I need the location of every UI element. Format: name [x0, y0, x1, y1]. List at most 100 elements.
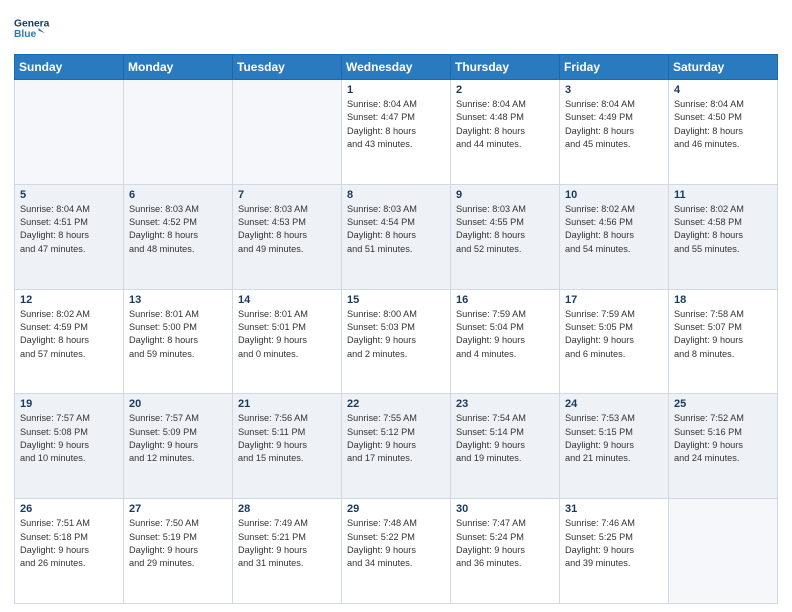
day-cell: 4 Sunrise: 8:04 AMSunset: 4:50 PMDaylight… — [669, 80, 778, 185]
day-info: Sunrise: 8:03 AMSunset: 4:55 PMDaylight:… — [456, 203, 554, 256]
day-cell: 22 Sunrise: 7:55 AMSunset: 5:12 PMDayligh… — [342, 394, 451, 499]
week-row-4: 19 Sunrise: 7:57 AMSunset: 5:08 PMDayligh… — [15, 394, 778, 499]
day-info: Sunrise: 7:57 AMSunset: 5:09 PMDaylight:… — [129, 412, 227, 465]
day-number: 23 — [456, 398, 554, 410]
day-info: Sunrise: 7:50 AMSunset: 5:19 PMDaylight:… — [129, 517, 227, 570]
day-cell: 12 Sunrise: 8:02 AMSunset: 4:59 PMDayligh… — [15, 289, 124, 394]
day-number: 9 — [456, 189, 554, 201]
day-cell: 23Sunrise: 7:54 AMSunset: 5:14 PMDayligh… — [451, 394, 560, 499]
day-number: 6 — [129, 189, 227, 201]
day-cell: 14Sunrise: 8:01 AMSunset: 5:01 PMDayligh… — [233, 289, 342, 394]
day-number: 19 — [20, 398, 118, 410]
day-info: Sunrise: 8:04 AMSunset: 4:51 PMDaylight:… — [20, 203, 118, 256]
day-info: Sunrise: 8:04 AMSunset: 4:49 PMDaylight:… — [565, 98, 663, 151]
day-info: Sunrise: 8:03 AMSunset: 4:53 PMDaylight:… — [238, 203, 336, 256]
day-info: Sunrise: 8:03 AMSunset: 4:54 PMDaylight:… — [347, 203, 445, 256]
day-info: Sunrise: 8:02 AMSunset: 4:58 PMDaylight:… — [674, 203, 772, 256]
day-cell: 15 Sunrise: 8:00 AMSunset: 5:03 PMDayligh… — [342, 289, 451, 394]
day-number: 17 — [565, 294, 663, 306]
day-number: 14 — [238, 294, 336, 306]
day-number: 4 — [674, 84, 772, 96]
day-number: 21 — [238, 398, 336, 410]
day-info: Sunrise: 8:04 AMSunset: 4:50 PMDaylight:… — [674, 98, 772, 151]
day-cell: 13 Sunrise: 8:01 AMSunset: 5:00 PMDayligh… — [124, 289, 233, 394]
day-info: Sunrise: 7:51 AMSunset: 5:18 PMDaylight:… — [20, 517, 118, 570]
day-cell: 11 Sunrise: 8:02 AMSunset: 4:58 PMDayligh… — [669, 184, 778, 289]
page-header: GeneralBlue — [14, 10, 778, 46]
day-info: Sunrise: 8:01 AMSunset: 5:00 PMDaylight:… — [129, 308, 227, 361]
svg-text:Blue: Blue — [14, 29, 37, 40]
weekday-header-row: SundayMondayTuesdayWednesdayThursdayFrid… — [15, 55, 778, 80]
day-cell: 26 Sunrise: 7:51 AMSunset: 5:18 PMDayligh… — [15, 499, 124, 604]
day-number: 24 — [565, 398, 663, 410]
day-cell: 20 Sunrise: 7:57 AMSunset: 5:09 PMDayligh… — [124, 394, 233, 499]
day-number: 2 — [456, 84, 554, 96]
day-number: 22 — [347, 398, 445, 410]
day-number: 13 — [129, 294, 227, 306]
day-cell: 2Sunrise: 8:04 AMSunset: 4:48 PMDaylight… — [451, 80, 560, 185]
day-number: 18 — [674, 294, 772, 306]
weekday-thursday: Thursday — [451, 55, 560, 80]
week-row-2: 5 Sunrise: 8:04 AMSunset: 4:51 PMDaylight… — [15, 184, 778, 289]
day-number: 29 — [347, 503, 445, 515]
day-info: Sunrise: 8:03 AMSunset: 4:52 PMDaylight:… — [129, 203, 227, 256]
day-info: Sunrise: 7:59 AMSunset: 5:05 PMDaylight:… — [565, 308, 663, 361]
day-cell — [669, 499, 778, 604]
day-number: 26 — [20, 503, 118, 515]
day-info: Sunrise: 8:02 AMSunset: 4:59 PMDaylight:… — [20, 308, 118, 361]
logo: GeneralBlue — [14, 10, 50, 46]
day-cell: 30Sunrise: 7:47 AMSunset: 5:24 PMDayligh… — [451, 499, 560, 604]
day-number: 5 — [20, 189, 118, 201]
logo-icon: GeneralBlue — [14, 10, 50, 46]
day-info: Sunrise: 7:59 AMSunset: 5:04 PMDaylight:… — [456, 308, 554, 361]
day-cell: 3 Sunrise: 8:04 AMSunset: 4:49 PMDaylight… — [560, 80, 669, 185]
day-number: 20 — [129, 398, 227, 410]
weekday-wednesday: Wednesday — [342, 55, 451, 80]
day-cell: 27 Sunrise: 7:50 AMSunset: 5:19 PMDayligh… — [124, 499, 233, 604]
day-number: 12 — [20, 294, 118, 306]
day-info: Sunrise: 7:53 AMSunset: 5:15 PMDaylight:… — [565, 412, 663, 465]
day-cell — [15, 80, 124, 185]
day-number: 1 — [347, 84, 445, 96]
day-cell: 18 Sunrise: 7:58 AMSunset: 5:07 PMDayligh… — [669, 289, 778, 394]
day-info: Sunrise: 7:58 AMSunset: 5:07 PMDaylight:… — [674, 308, 772, 361]
day-cell: 5 Sunrise: 8:04 AMSunset: 4:51 PMDaylight… — [15, 184, 124, 289]
day-number: 15 — [347, 294, 445, 306]
day-info: Sunrise: 7:56 AMSunset: 5:11 PMDaylight:… — [238, 412, 336, 465]
day-number: 28 — [238, 503, 336, 515]
svg-text:General: General — [14, 19, 50, 30]
day-cell: 21 Sunrise: 7:56 AMSunset: 5:11 PMDayligh… — [233, 394, 342, 499]
day-number: 3 — [565, 84, 663, 96]
day-info: Sunrise: 7:48 AMSunset: 5:22 PMDaylight:… — [347, 517, 445, 570]
day-cell: 9 Sunrise: 8:03 AMSunset: 4:55 PMDaylight… — [451, 184, 560, 289]
day-cell — [124, 80, 233, 185]
day-info: Sunrise: 7:49 AMSunset: 5:21 PMDaylight:… — [238, 517, 336, 570]
week-row-1: 1 Sunrise: 8:04 AMSunset: 4:47 PMDaylight… — [15, 80, 778, 185]
day-cell: 31 Sunrise: 7:46 AMSunset: 5:25 PMDayligh… — [560, 499, 669, 604]
day-info: Sunrise: 7:46 AMSunset: 5:25 PMDaylight:… — [565, 517, 663, 570]
day-info: Sunrise: 7:52 AMSunset: 5:16 PMDaylight:… — [674, 412, 772, 465]
weekday-sunday: Sunday — [15, 55, 124, 80]
day-cell: 24 Sunrise: 7:53 AMSunset: 5:15 PMDayligh… — [560, 394, 669, 499]
weekday-saturday: Saturday — [669, 55, 778, 80]
day-info: Sunrise: 7:55 AMSunset: 5:12 PMDaylight:… — [347, 412, 445, 465]
day-number: 10 — [565, 189, 663, 201]
day-cell: 25Sunrise: 7:52 AMSunset: 5:16 PMDayligh… — [669, 394, 778, 499]
day-number: 27 — [129, 503, 227, 515]
day-cell: 29 Sunrise: 7:48 AMSunset: 5:22 PMDayligh… — [342, 499, 451, 604]
day-cell: 28 Sunrise: 7:49 AMSunset: 5:21 PMDayligh… — [233, 499, 342, 604]
day-info: Sunrise: 8:00 AMSunset: 5:03 PMDaylight:… — [347, 308, 445, 361]
day-number: 8 — [347, 189, 445, 201]
weekday-monday: Monday — [124, 55, 233, 80]
weekday-friday: Friday — [560, 55, 669, 80]
day-info: Sunrise: 8:04 AMSunset: 4:47 PMDaylight:… — [347, 98, 445, 151]
day-number: 11 — [674, 189, 772, 201]
day-number: 31 — [565, 503, 663, 515]
day-number: 7 — [238, 189, 336, 201]
day-cell: 19 Sunrise: 7:57 AMSunset: 5:08 PMDayligh… — [15, 394, 124, 499]
weekday-tuesday: Tuesday — [233, 55, 342, 80]
day-info: Sunrise: 8:02 AMSunset: 4:56 PMDaylight:… — [565, 203, 663, 256]
day-info: Sunrise: 7:57 AMSunset: 5:08 PMDaylight:… — [20, 412, 118, 465]
day-cell: 1 Sunrise: 8:04 AMSunset: 4:47 PMDaylight… — [342, 80, 451, 185]
day-number: 30 — [456, 503, 554, 515]
